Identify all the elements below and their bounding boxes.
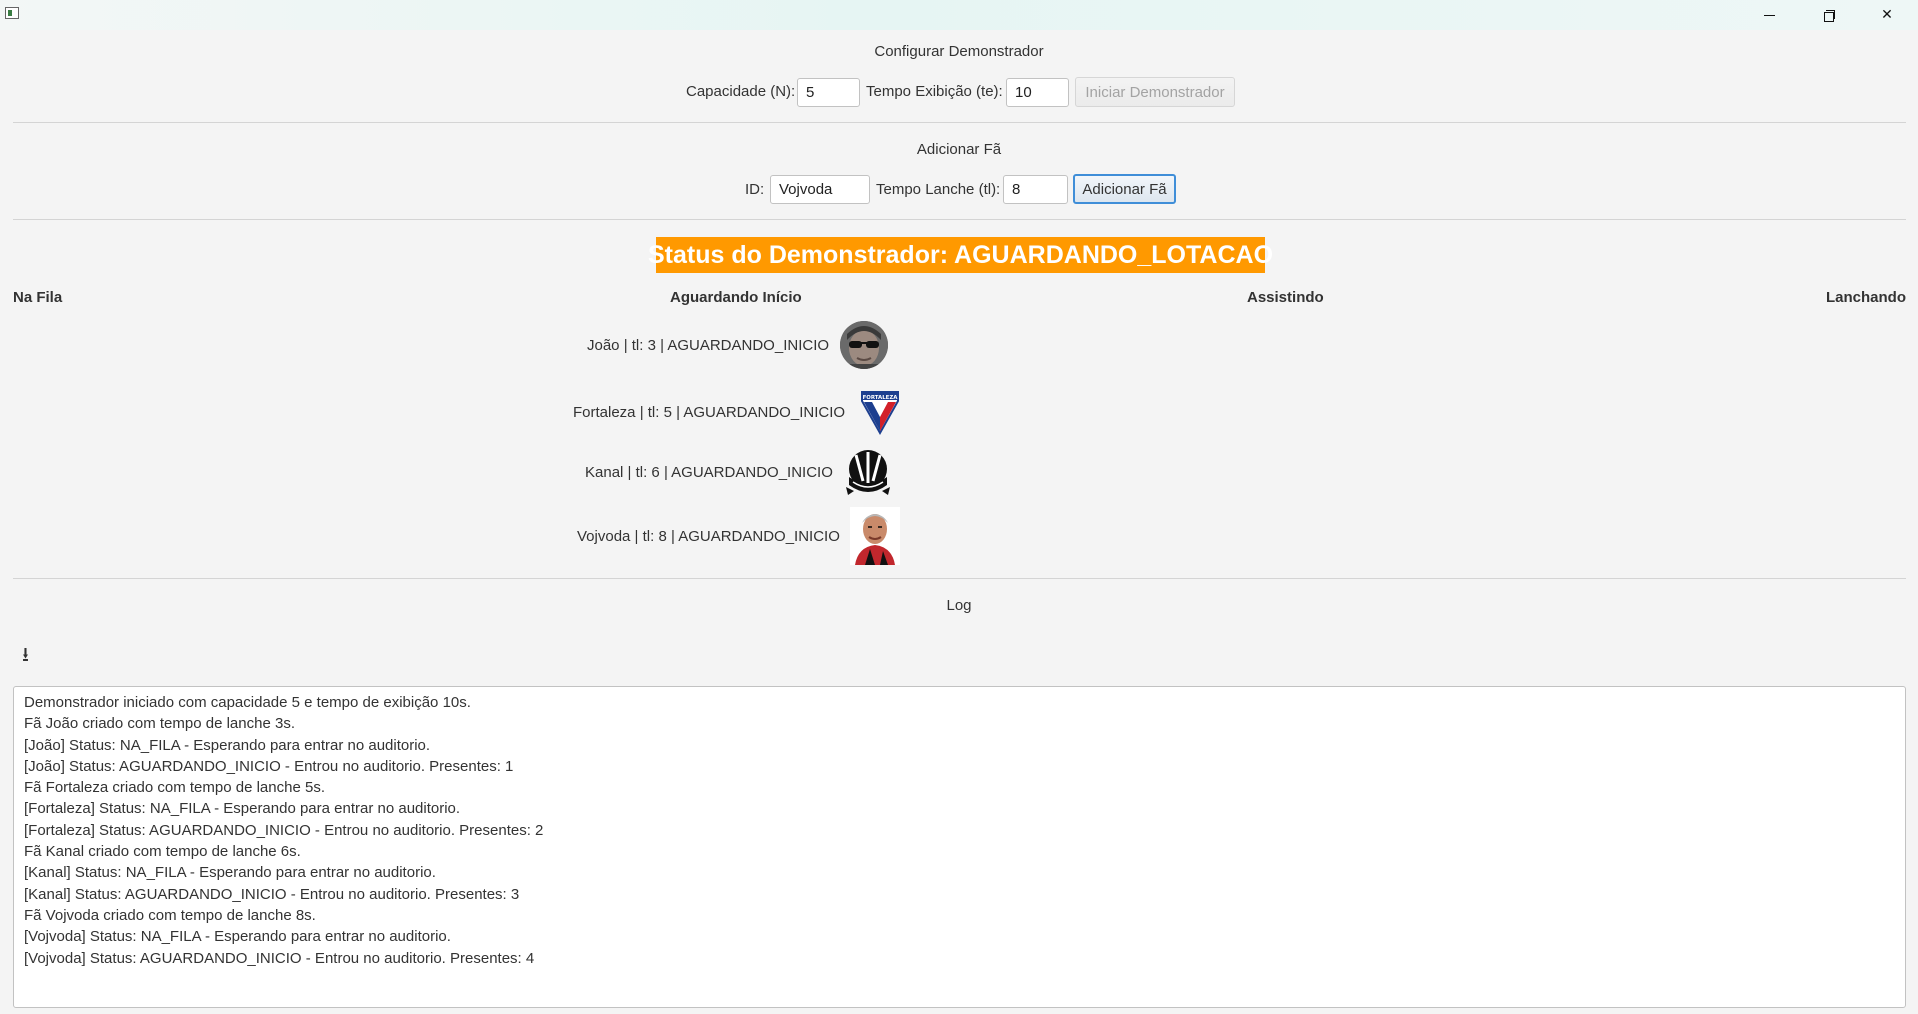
close-button[interactable]: ✕ — [1858, 0, 1916, 30]
log-line: Demonstrador iniciado com capacidade 5 e… — [24, 694, 471, 711]
vojvoda-avatar — [849, 507, 900, 565]
fan-row: João | tl: 3 | AGUARDANDO_INICIO — [587, 320, 889, 370]
fan-label: Kanal | tl: 6 | AGUARDANDO_INICIO — [585, 463, 833, 481]
log-line: [João] Status: NA_FILA - Esperando para … — [24, 736, 431, 754]
log-section-title: Log — [946, 597, 972, 614]
snack-time-label: Tempo Lanche (tl): — [876, 181, 1001, 198]
fan-id-label: ID: — [745, 181, 765, 198]
restore-icon — [1823, 10, 1835, 22]
log-line: Fã Kanal criado com tempo de lanche 6s. — [24, 843, 301, 861]
log-line: [João] Status: AGUARDANDO_INICIO - Entro… — [24, 757, 514, 775]
fan-row: Vojvoda | tl: 8 | AGUARDANDO_INICIO — [577, 507, 900, 565]
maximize-button[interactable] — [1800, 0, 1858, 30]
log-line: [Kanal] Status: AGUARDANDO_INICIO - Entr… — [24, 885, 520, 903]
title-bar: ✕ — [0, 0, 1918, 30]
fan-label: João | tl: 3 | AGUARDANDO_INICIO — [587, 336, 830, 354]
log-text-area[interactable]: Demonstrador iniciado com capacidade 5 e… — [13, 686, 1906, 1008]
config-section-title: Configurar Demonstrador — [874, 43, 1044, 60]
start-demonstrator-button[interactable]: Iniciar Demonstrador — [1075, 77, 1235, 107]
fan-label: Fortaleza | tl: 5 | AGUARDANDO_INICIO — [573, 403, 846, 421]
status-banner: Status do Demonstrador: AGUARDANDO_LOTAC… — [648, 237, 1273, 273]
separator — [13, 578, 1906, 579]
fortaleza-crest: FORTALEZA — [861, 391, 900, 436]
fan-label: Vojvoda | tl: 8 | AGUARDANDO_INICIO — [577, 527, 840, 545]
separator — [13, 219, 1906, 220]
column-header-watching: Assistindo — [1247, 289, 1324, 306]
log-line: [Kanal] Status: NA_FILA - Esperando para… — [24, 864, 436, 882]
log-line: [Vojvoda] Status: AGUARDANDO_INICIO - En… — [24, 949, 535, 967]
column-header-queue: Na Fila — [13, 289, 63, 306]
fan-row: Kanal | tl: 6 | AGUARDANDO_INICIO — [585, 447, 893, 497]
log-line: Fã João criado com tempo de lanche 3s. — [24, 715, 295, 733]
log-line: Fã Fortaleza criado com tempo de lanche … — [24, 779, 325, 797]
snack-time-input[interactable] — [1003, 175, 1068, 204]
capacity-label: Capacidade (N): — [686, 83, 796, 100]
app-icon — [5, 7, 19, 19]
column-header-snacking: Lanchando — [1825, 289, 1906, 306]
kanal-logo — [845, 450, 890, 495]
minimize-button[interactable] — [1740, 0, 1798, 30]
fan-id-input[interactable] — [770, 175, 870, 204]
separator — [13, 122, 1906, 123]
app-window: ✕ Configurar Demonstrador Capacidade (N)… — [0, 0, 1918, 1014]
scroll-down-icon[interactable]: ⭳ — [22, 640, 29, 674]
crest-text: FORTALEZA — [863, 395, 899, 401]
capacity-input[interactable] — [797, 78, 860, 107]
log-line: [Fortaleza] Status: NA_FILA - Esperando … — [24, 800, 461, 818]
time-input[interactable] — [1006, 78, 1069, 107]
column-header-waiting: Aguardando Início — [670, 289, 802, 306]
add-fan-section-title: Adicionar Fã — [916, 141, 1002, 158]
add-fan-button[interactable]: Adicionar Fã — [1073, 174, 1176, 204]
close-icon: ✕ — [1881, 7, 1893, 23]
fan-row: Fortaleza | tl: 5 | AGUARDANDO_INICIO FO… — [573, 387, 905, 437]
log-line: [Fortaleza] Status: AGUARDANDO_INICIO - … — [24, 821, 544, 839]
time-label: Tempo Exibição (te): — [866, 83, 1003, 100]
log-line: [Vojvoda] Status: NA_FILA - Esperando pa… — [24, 928, 451, 946]
man-sunglasses-avatar — [840, 321, 889, 369]
log-line: Fã Vojvoda criado com tempo de lanche 8s… — [24, 906, 316, 924]
minimize-icon — [1763, 14, 1775, 16]
